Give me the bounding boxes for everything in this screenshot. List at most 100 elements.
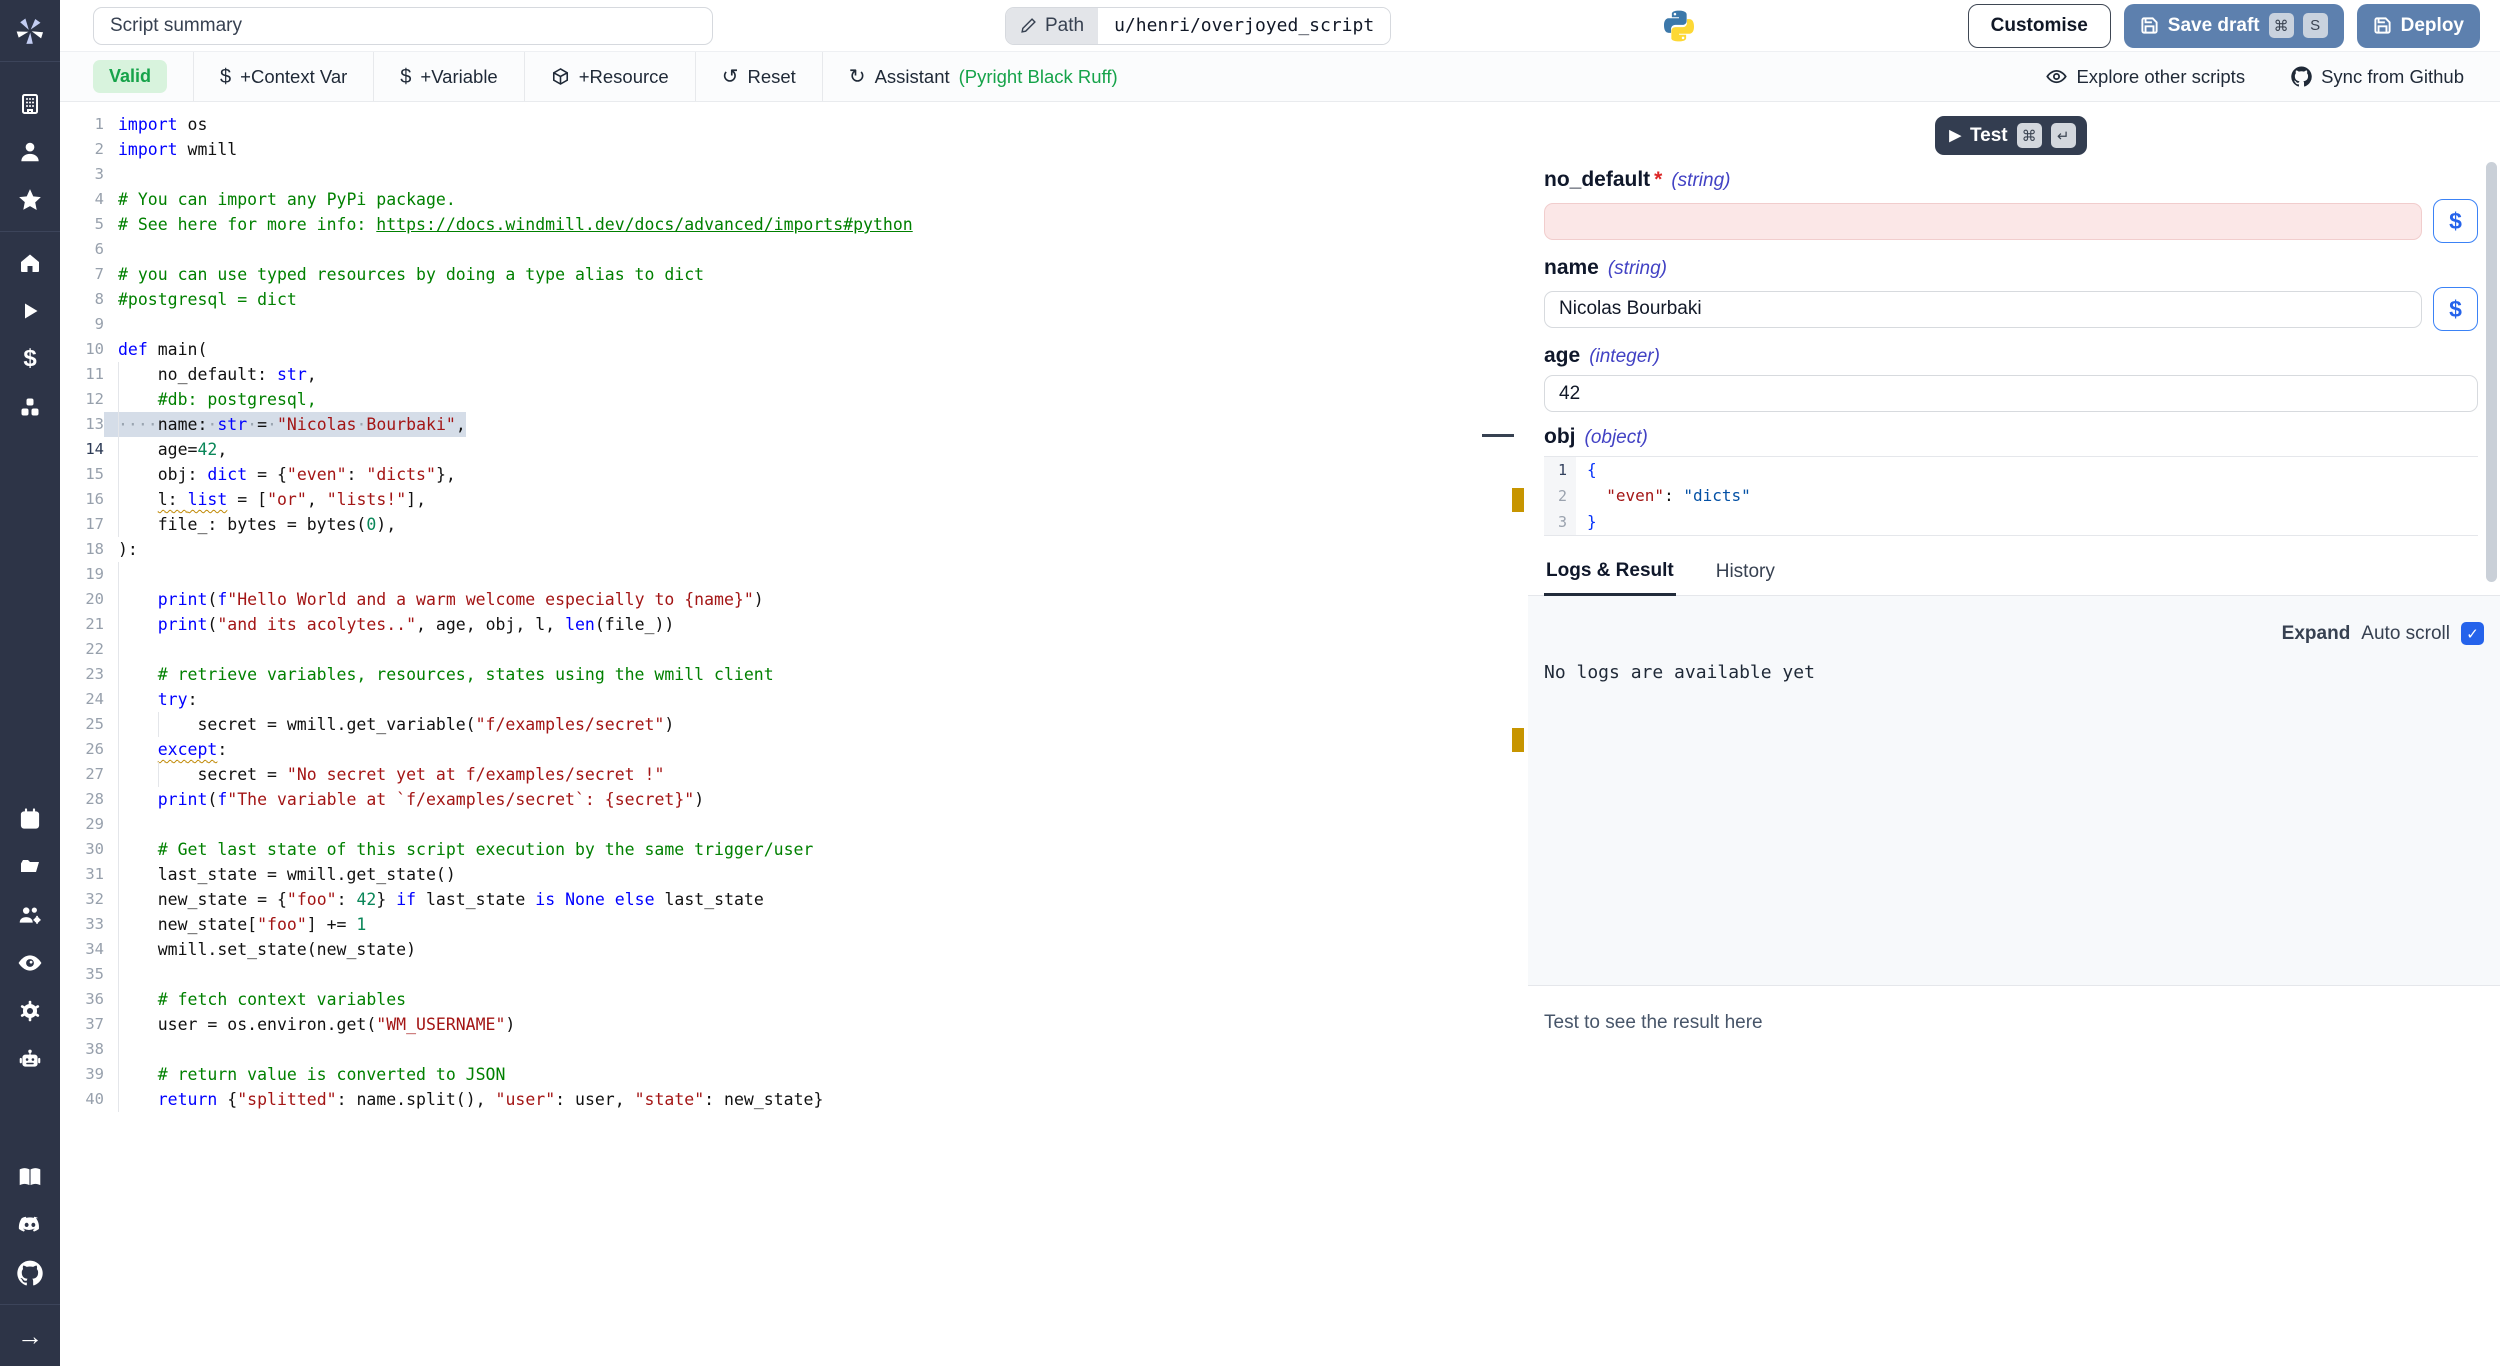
panel-scrollbar[interactable] — [2486, 162, 2497, 582]
line-number: 8 — [60, 287, 104, 312]
line-content: print(f"Hello World and a warm welcome e… — [104, 587, 764, 612]
line-number: 20 — [60, 587, 104, 612]
robot-icon — [17, 1046, 43, 1072]
save-draft-button[interactable]: Save draft ⌘ S — [2124, 4, 2344, 48]
windmill-logo — [0, 0, 60, 62]
sidebar-item-github[interactable] — [0, 1249, 60, 1297]
kbd-cmd: ⌘ — [2269, 13, 2294, 38]
add-resource-button[interactable]: +Resource — [525, 52, 695, 101]
code-line: 35 — [60, 962, 1500, 987]
code-line: 2 "even": "dicts" — [1544, 483, 2478, 509]
line-number: 36 — [60, 987, 104, 1012]
path-label: Path — [1045, 15, 1084, 37]
deploy-button[interactable]: Deploy — [2357, 4, 2480, 48]
code-line: 1{ — [1544, 457, 2478, 483]
line-number: 27 — [60, 762, 104, 787]
line-number: 24 — [60, 687, 104, 712]
assistant-label: Assistant — [875, 66, 950, 88]
line-number: 17 — [60, 512, 104, 537]
field-name: name — [1544, 256, 1599, 280]
line-content: l: list = ["or", "lists!"], — [104, 487, 426, 512]
pane-resize-handle[interactable] — [1482, 434, 1514, 437]
customise-button[interactable]: Customise — [1968, 4, 2111, 48]
insert-variable-button[interactable]: $ — [2433, 287, 2478, 331]
line-number: 40 — [60, 1087, 104, 1112]
sidebar-item-runs[interactable] — [0, 287, 60, 335]
expand-button[interactable]: Expand — [2282, 623, 2351, 645]
line-number: 7 — [60, 262, 104, 287]
save-draft-label: Save draft — [2168, 15, 2260, 37]
line-number: 1 — [1544, 457, 1576, 483]
tab-logs-result[interactable]: Logs & Result — [1544, 551, 1676, 596]
test-button[interactable]: ▶ Test ⌘ ↵ — [1935, 116, 2086, 155]
arrow-right-icon: → — [17, 1323, 43, 1349]
code-line: 39 # return value is converted to JSON — [60, 1062, 1500, 1087]
sidebar-item-groups[interactable] — [0, 891, 60, 939]
add-variable-button[interactable]: $ +Variable — [374, 52, 523, 101]
line-content: # You can import any PyPi package. — [104, 187, 456, 212]
sidebar-item-ai[interactable] — [0, 1035, 60, 1083]
code-line: 30 # Get last state of this script execu… — [60, 837, 1500, 862]
validation-status-badge: Valid — [93, 60, 167, 93]
code-line: 34 wmill.set_state(new_state) — [60, 937, 1500, 962]
sidebar-item-discord[interactable] — [0, 1201, 60, 1249]
sidebar-item-settings[interactable] — [0, 987, 60, 1035]
sidebar-item-user[interactable] — [0, 128, 60, 176]
obj-json-editor[interactable]: 1{2 "even": "dicts"3} — [1544, 456, 2478, 536]
autoscroll-label: Auto scroll — [2361, 623, 2450, 645]
add-context-var-button[interactable]: $ +Context Var — [194, 52, 373, 101]
line-number: 38 — [60, 1037, 104, 1062]
line-number: 28 — [60, 787, 104, 812]
field-name: obj — [1544, 425, 1576, 449]
line-number: 31 — [60, 862, 104, 887]
line-content: new_state = {"foo": 42} if last_state is… — [104, 887, 764, 912]
line-content: file_: bytes = bytes(0), — [104, 512, 396, 537]
line-content: "even": "dicts" — [1576, 483, 1751, 509]
sync-from-github-button[interactable]: Sync from Github — [2291, 66, 2464, 88]
tab-history[interactable]: History — [1714, 551, 1777, 595]
line-content: ····name:·str·=·"Nicolas·Bourbaki", — [104, 412, 466, 437]
code-line: 29 — [60, 812, 1500, 837]
line-number: 37 — [60, 1012, 104, 1037]
line-number: 23 — [60, 662, 104, 687]
path-field[interactable]: Path u/henri/overjoyed_script — [1005, 7, 1391, 45]
line-number: 11 — [60, 362, 104, 387]
sidebar-item-docs[interactable] — [0, 1153, 60, 1201]
sidebar-item-audit[interactable] — [0, 939, 60, 987]
sidebar-item-workspace[interactable] — [0, 80, 60, 128]
sidebar-item-resources[interactable] — [0, 383, 60, 431]
header: Path u/henri/overjoyed_script Customise — [60, 0, 2500, 52]
code-editor[interactable]: 1import os2import wmill34# You can impor… — [60, 102, 1500, 1366]
sidebar-item-schedules[interactable] — [0, 795, 60, 843]
summary-input[interactable] — [93, 7, 713, 45]
code-line: 3 — [60, 162, 1500, 187]
sidebar-item-favorites[interactable] — [0, 176, 60, 224]
code-line: 3} — [1544, 509, 2478, 535]
code-line: 33 new_state["foo"] += 1 — [60, 912, 1500, 937]
age-input[interactable] — [1544, 375, 2478, 412]
code-line: 32 new_state = {"foo": 42} if last_state… — [60, 887, 1500, 912]
sidebar-divider — [0, 231, 60, 232]
line-number: 21 — [60, 612, 104, 637]
reset-button[interactable]: ↺ Reset — [696, 52, 822, 101]
path-value: u/henri/overjoyed_script — [1098, 8, 1390, 44]
code-line: 1import os — [60, 112, 1500, 137]
field-type: (string) — [1608, 258, 1667, 280]
code-line: 24 try: — [60, 687, 1500, 712]
insert-variable-button[interactable]: $ — [2433, 199, 2478, 243]
line-content: } — [1576, 509, 1597, 535]
sidebar-item-folders[interactable] — [0, 843, 60, 891]
eye-icon — [17, 950, 43, 976]
assistant-button[interactable]: ↻ Assistant (Pyright Black Ruff) — [823, 52, 1144, 101]
line-content: no_default: str, — [104, 362, 317, 387]
no-default-input[interactable] — [1544, 203, 2422, 240]
star-icon — [17, 187, 43, 213]
sidebar-item-home[interactable] — [0, 239, 60, 287]
autoscroll-checkbox[interactable]: ✓ — [2461, 622, 2484, 645]
sidebar-collapse-button[interactable]: → — [0, 1312, 60, 1360]
explore-other-scripts-button[interactable]: Explore other scripts — [2046, 66, 2245, 88]
line-content: #postgresql = dict — [104, 287, 297, 312]
user-group-gear-icon — [17, 902, 43, 928]
name-input[interactable] — [1544, 291, 2422, 328]
sidebar-item-variables[interactable]: $ — [0, 335, 60, 383]
